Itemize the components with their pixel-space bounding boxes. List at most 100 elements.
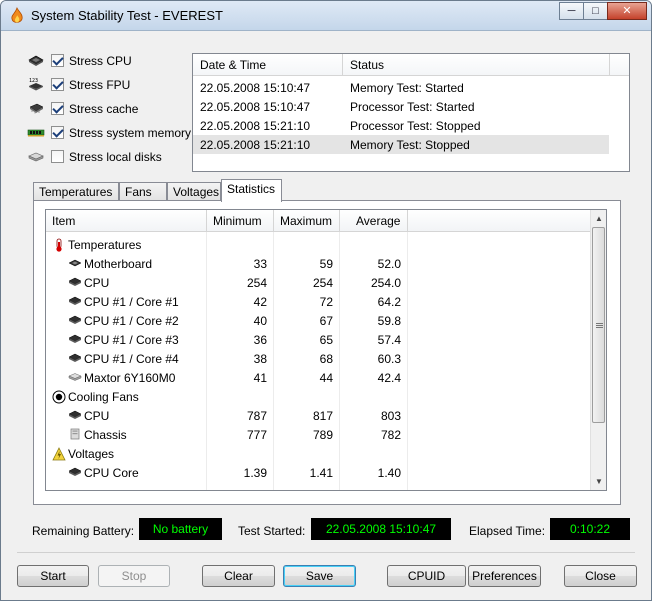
group-row[interactable]: Temperatures [46,235,591,254]
minimum-value: 36 [253,333,267,347]
column-item[interactable]: Item [52,214,75,228]
test-started-value: 22.05.2008 15:10:47 [311,518,451,540]
test-started-label: Test Started: [238,524,306,538]
table-row[interactable]: Chassis 777 789 782 [46,425,591,444]
item-name: CPU #1 / Core #3 [84,333,179,347]
minimum-value: 33 [253,257,267,271]
stress-disks-checkbox[interactable] [51,150,64,163]
tab-voltages[interactable]: Voltages [167,182,221,202]
stress-memory-option[interactable]: Stress system memory [27,123,197,143]
column-divider [206,210,207,232]
fan-icon [52,390,66,404]
flame-app-icon [11,7,23,23]
log-row[interactable]: 22.05.2008 15:10:47 Memory Test: Started [193,78,609,97]
table-row[interactable]: CPU Core 1.39 1.41 1.40 [46,463,591,482]
log-status: Processor Test: Started [350,100,475,114]
tab-fans[interactable]: Fans [119,182,167,202]
event-log-header: Date & Time Status [193,54,629,76]
average-value: 782 [380,428,401,442]
table-row[interactable]: CPU #1 / Core #1 42 72 64.2 [46,292,591,311]
start-button[interactable]: Start [17,565,89,587]
minimum-value: 777 [246,428,267,442]
column-date-time[interactable]: Date & Time [200,58,266,72]
event-log-list[interactable]: Date & Time Status 22.05.2008 15:10:47 M… [192,53,630,172]
stress-memory-checkbox[interactable] [51,126,64,139]
motherboard-icon [68,257,82,269]
statistics-panel: Item Minimum Maximum Average Temperature… [33,200,621,505]
cpuid-button[interactable]: CPUID [387,565,466,587]
cpu-icon [68,352,82,364]
stress-cache-option[interactable]: Stress cache [27,99,197,119]
column-divider [407,210,408,232]
maximum-value: 817 [312,409,333,423]
stress-disks-option[interactable]: Stress local disks [27,147,197,167]
table-row[interactable]: Maxtor 6Y160M0 41 44 42.4 [46,368,591,387]
grip-line [596,327,603,328]
close-window-button[interactable]: ✕ [607,2,647,20]
save-button[interactable]: Save [283,565,356,587]
column-maximum[interactable]: Maximum [280,214,332,228]
cpu-icon [68,466,82,478]
minimum-value: 40 [253,314,267,328]
log-datetime: 22.05.2008 15:10:47 [200,100,311,114]
table-row[interactable]: CPU 254 254 254.0 [46,273,591,292]
minimum-value: 787 [246,409,267,423]
column-average[interactable]: Average [356,214,400,228]
table-row[interactable]: CPU 787 817 803 [46,406,591,425]
scroll-thumb[interactable] [592,227,605,423]
column-minimum[interactable]: Minimum [213,214,262,228]
log-row[interactable]: 22.05.2008 15:21:10 Processor Test: Stop… [193,116,609,135]
maximize-button[interactable]: □ [583,2,608,20]
column-status[interactable]: Status [350,58,384,72]
log-datetime: 22.05.2008 15:21:10 [200,119,311,133]
table-row[interactable]: CPU #1 / Core #2 40 67 59.8 [46,311,591,330]
average-value: 42.4 [377,371,401,385]
memory-module-icon [27,129,45,137]
group-row[interactable]: Cooling Fans [46,387,591,406]
voltage-warning-icon [52,447,66,461]
log-row[interactable]: 22.05.2008 15:10:47 Processor Test: Star… [193,97,609,116]
item-name: CPU Core [84,466,139,480]
table-row[interactable]: Motherboard 33 59 52.0 [46,254,591,273]
chassis-icon [68,428,82,440]
stability-test-window: System Stability Test - EVEREST ─ □ ✕ St… [0,0,652,601]
stop-button[interactable]: Stop [98,565,170,587]
tab-statistics[interactable]: Statistics [221,179,282,202]
svg-text:123: 123 [29,78,38,84]
maximum-value: 254 [312,276,333,290]
scroll-down-icon[interactable]: ▼ [591,473,606,490]
stress-cpu-option[interactable]: Stress CPU [27,51,197,71]
battery-value: No battery [139,518,222,540]
stress-cpu-checkbox[interactable] [51,54,64,67]
cpu-chip-icon [28,55,44,66]
item-name: CPU #1 / Core #1 [84,295,179,309]
stress-memory-label: Stress system memory [69,126,192,140]
average-value: 254.0 [370,276,401,290]
tab-temperatures[interactable]: Temperatures [33,182,119,202]
title-bar[interactable]: System Stability Test - EVEREST ─ □ ✕ [1,1,651,31]
divider [17,552,635,553]
minimize-button[interactable]: ─ [559,2,584,20]
average-value: 59.8 [377,314,401,328]
column-divider [342,54,343,76]
maximum-value: 1.41 [309,466,333,480]
stress-fpu-checkbox[interactable] [51,78,64,91]
vertical-scrollbar[interactable]: ▲ ▼ [590,210,606,490]
preferences-button[interactable]: Preferences [468,565,541,587]
statistics-table[interactable]: Item Minimum Maximum Average Temperature… [45,209,607,491]
log-row-selected[interactable]: 22.05.2008 15:21:10 Memory Test: Stopped [193,135,609,154]
scroll-up-icon[interactable]: ▲ [591,210,606,227]
log-status: Memory Test: Started [350,81,464,95]
maximum-value: 65 [319,333,333,347]
stress-fpu-option[interactable]: 123 Stress FPU [27,75,197,95]
group-row[interactable]: Voltages [46,444,591,463]
fpu-chip-icon: 123 [29,78,43,91]
item-name: Maxtor 6Y160M0 [84,371,176,385]
close-button[interactable]: Close [564,565,637,587]
clear-button[interactable]: Clear [202,565,275,587]
stress-cache-checkbox[interactable] [51,102,64,115]
table-row[interactable]: CPU #1 / Core #4 38 68 60.3 [46,349,591,368]
log-datetime: 22.05.2008 15:10:47 [200,81,311,95]
column-divider [273,210,274,232]
table-row[interactable]: CPU #1 / Core #3 36 65 57.4 [46,330,591,349]
